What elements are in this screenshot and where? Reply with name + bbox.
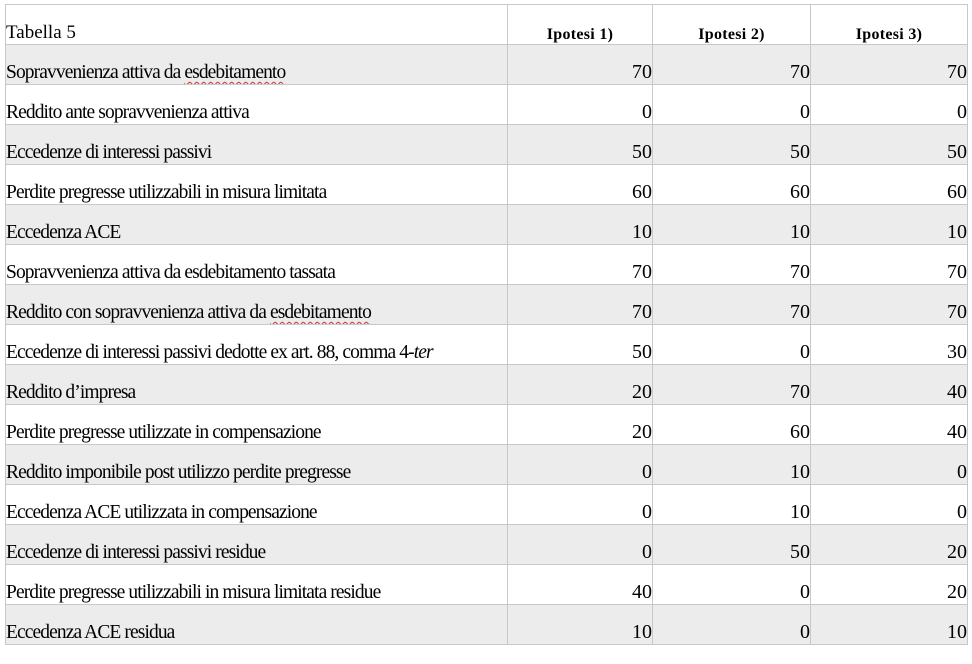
table-row: Reddito imponibile post utilizzo perdite… [5, 444, 968, 485]
cell-ipotesi-3: 0 [810, 84, 968, 125]
cell-ipotesi-2: 60 [652, 164, 811, 205]
cell-ipotesi-1: 0 [507, 524, 653, 565]
cell-ipotesi-2: 70 [652, 244, 811, 285]
table-title: Tabella 5 [5, 4, 508, 45]
row-label-text: Sopravvenienza attiva da [6, 62, 185, 83]
cell-ipotesi-1: 10 [507, 604, 653, 645]
cell-ipotesi-3: 70 [810, 284, 968, 325]
table-row: Perdite pregresse utilizzabili in misura… [5, 564, 968, 605]
row-label-text: Reddito con sopravvenienza attiva da [6, 302, 270, 323]
table-row: Perdite pregresse utilizzate in compensa… [5, 404, 968, 445]
table-row: Eccedenze di interessi passivi 50 50 50 [5, 124, 968, 165]
cell-ipotesi-1: 10 [507, 204, 653, 245]
table-row: Eccedenza ACE residua 10 0 10 [5, 604, 968, 645]
cell-ipotesi-1: 70 [507, 244, 653, 285]
cell-ipotesi-2: 10 [652, 444, 811, 485]
table-row: Reddito d’impresa 20 70 40 [5, 364, 968, 405]
table-row: Eccedenze di interessi passivi dedotte e… [5, 324, 968, 365]
cell-ipotesi-1: 0 [507, 84, 653, 125]
row-label-text: Eccedenze di interessi passivi residue [6, 542, 267, 563]
cell-ipotesi-2: 70 [652, 44, 811, 85]
cell-ipotesi-2: 50 [652, 124, 811, 165]
data-table: Tabella 5 Ipotesi 1) Ipotesi 2) Ipotesi … [5, 4, 968, 645]
cell-ipotesi-2: 60 [652, 404, 811, 445]
cell-ipotesi-3: 50 [810, 124, 968, 165]
cell-ipotesi-1: 50 [507, 324, 653, 365]
row-label-text: Eccedenza ACE [6, 222, 122, 243]
row-label: Eccedenze di interessi passivi [5, 124, 508, 165]
cell-ipotesi-3: 10 [810, 204, 968, 245]
row-label: Sopravvenienza attiva da esdebitamento [5, 44, 508, 85]
row-label-text: Eccedenza ACE utilizzata in compensazion… [6, 502, 318, 523]
cell-ipotesi-3: 70 [810, 244, 968, 285]
row-label-text: Eccedenze di interessi passivi [6, 142, 213, 163]
column-header-ipotesi-3: Ipotesi 3) [810, 4, 968, 45]
spellcheck-underlined-word: esdebitamento [269, 302, 372, 323]
cell-ipotesi-1: 50 [507, 124, 653, 165]
cell-ipotesi-3: 20 [810, 524, 968, 565]
cell-ipotesi-1: 20 [507, 404, 653, 445]
row-label: Eccedenza ACE residua [5, 604, 508, 645]
cell-ipotesi-3: 0 [810, 444, 968, 485]
table-row: Perdite pregresse utilizzabili in misura… [5, 164, 968, 205]
cell-ipotesi-2: 0 [652, 324, 811, 365]
column-header-ipotesi-1: Ipotesi 1) [507, 4, 653, 45]
row-label: Reddito d’impresa [5, 364, 508, 405]
cell-ipotesi-1: 60 [507, 164, 653, 205]
table-row: Eccedenza ACE utilizzata in compensazion… [5, 484, 968, 525]
row-label: Reddito ante sopravvenienza attiva [5, 84, 508, 125]
cell-ipotesi-1: 0 [507, 444, 653, 485]
cell-ipotesi-2: 0 [652, 564, 811, 605]
row-label: Perdite pregresse utilizzabili in misura… [5, 164, 508, 205]
cell-ipotesi-3: 20 [810, 564, 968, 605]
row-label: Perdite pregresse utilizzate in compensa… [5, 404, 508, 445]
cell-ipotesi-3: 70 [810, 44, 968, 85]
row-label-text: Perdite pregresse utilizzate in compensa… [6, 422, 322, 443]
row-label: Reddito con sopravvenienza attiva da esd… [5, 284, 508, 325]
cell-ipotesi-1: 70 [507, 284, 653, 325]
row-label: Reddito imponibile post utilizzo perdite… [5, 444, 508, 485]
cell-ipotesi-3: 0 [810, 484, 968, 525]
table-row: Sopravvenienza attiva da esdebitamento t… [5, 244, 968, 285]
row-label: Eccedenze di interessi passivi residue [5, 524, 508, 565]
row-label-text: Eccedenze di interessi passivi dedotte e… [6, 342, 415, 363]
cell-ipotesi-3: 40 [810, 364, 968, 405]
row-label-text: Reddito ante sopravvenienza attiva [6, 102, 250, 123]
cell-ipotesi-2: 70 [652, 364, 811, 405]
row-label-text: Sopravvenienza attiva da esdebitamento t… [6, 262, 336, 283]
row-label: Sopravvenienza attiva da esdebitamento t… [5, 244, 508, 285]
row-label: Eccedenze di interessi passivi dedotte e… [5, 324, 508, 365]
table-row: Sopravvenienza attiva da esdebitamento 70… [5, 44, 968, 85]
cell-ipotesi-3: 40 [810, 404, 968, 445]
table-row: Eccedenze di interessi passivi residue 0 5… [5, 524, 968, 565]
cell-ipotesi-2: 10 [652, 484, 811, 525]
row-label-italic: ter [413, 342, 434, 363]
header-row: Tabella 5 Ipotesi 1) Ipotesi 2) Ipotesi … [5, 4, 968, 45]
cell-ipotesi-2: 50 [652, 524, 811, 565]
cell-ipotesi-2: 0 [652, 604, 811, 645]
cell-ipotesi-2: 70 [652, 284, 811, 325]
row-label-text: Perdite pregresse utilizzabili in misura… [6, 582, 382, 603]
row-label-text: Reddito d’impresa [6, 382, 137, 403]
row-label-text: Eccedenza ACE residua [6, 622, 176, 643]
column-header-ipotesi-2: Ipotesi 2) [652, 4, 811, 45]
cell-ipotesi-2: 10 [652, 204, 811, 245]
cell-ipotesi-3: 60 [810, 164, 968, 205]
table-row: Reddito ante sopravvenienza attiva 0 0 0 [5, 84, 968, 125]
spellcheck-underlined-word: esdebitamento [184, 62, 286, 83]
cell-ipotesi-2: 0 [652, 84, 811, 125]
cell-ipotesi-1: 20 [507, 364, 653, 405]
cell-ipotesi-1: 0 [507, 484, 653, 525]
cell-ipotesi-1: 40 [507, 564, 653, 605]
cell-ipotesi-1: 70 [507, 44, 653, 85]
cell-ipotesi-3: 30 [810, 324, 968, 365]
row-label-text: Perdite pregresse utilizzabili in misura… [6, 182, 328, 203]
table-row: Reddito con sopravvenienza attiva da esd… [5, 284, 968, 325]
row-label: Perdite pregresse utilizzabili in misura… [5, 564, 508, 605]
row-label: Eccedenza ACE utilizzata in compensazion… [5, 484, 508, 525]
row-label: Eccedenza ACE [5, 204, 508, 245]
table-row: Eccedenza ACE 10 10 10 [5, 204, 968, 245]
cell-ipotesi-3: 10 [810, 604, 968, 645]
row-label-text: Reddito imponibile post utilizzo perdite… [6, 462, 352, 483]
